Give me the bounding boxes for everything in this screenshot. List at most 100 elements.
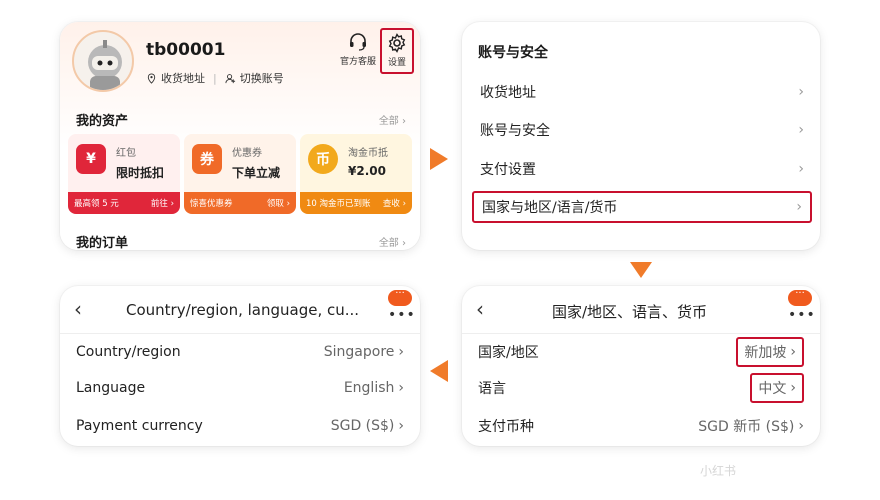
page-title: 国家/地区、语言、货币	[552, 303, 708, 321]
row-value: 中文	[758, 381, 787, 397]
account-security-panel: 账号与安全 收货地址 › 账号与安全 › 支付设置 › 国家与地区/语言/货币 ›	[462, 22, 820, 250]
row-label: Language	[76, 380, 146, 396]
more-menu-button[interactable]: ··· •••	[788, 289, 816, 330]
row-value-wrap: SGD (S$) ›	[331, 418, 404, 434]
page-title: 账号与安全	[478, 45, 548, 61]
chevron-right-icon: ›	[798, 84, 804, 100]
more-dots-icon: •••	[388, 307, 416, 323]
row-value: Singapore	[323, 344, 395, 360]
customer-service-label: 官方客服	[339, 57, 376, 67]
row-value: English	[343, 380, 395, 396]
row-country-region[interactable]: 国家/地区 新加坡 ›	[472, 336, 810, 368]
chevron-right-icon: ›	[790, 380, 796, 396]
header: ‹ Country/region, language, cu... ··· ••…	[60, 286, 420, 334]
menu-item-label: 账号与安全	[480, 123, 550, 139]
menu-item-label: 支付设置	[480, 162, 536, 178]
chevron-right-icon: ›	[790, 344, 796, 360]
row-payment-currency[interactable]: Payment currency SGD (S$) ›	[70, 410, 410, 442]
asset-footer-action: 前往 ›	[150, 199, 174, 209]
location-icon	[147, 72, 156, 84]
row-value-wrap: English ›	[344, 380, 404, 396]
avatar-image	[88, 40, 122, 90]
asset-card-body: 券 优惠券 下单立减	[184, 134, 296, 192]
chevron-right-icon: ›	[402, 238, 406, 249]
asset-footer-text: 惊喜优惠券	[190, 199, 233, 209]
asset-footer[interactable]: 最高领 5 元 前往 ›	[68, 192, 180, 214]
arrow-right-icon	[430, 148, 448, 170]
row-payment-currency[interactable]: 支付币种 SGD 新币 (S$) ›	[472, 410, 810, 442]
row-value-wrap: SGD 新币 (S$) ›	[698, 416, 804, 436]
address-link[interactable]: 收货地址	[161, 70, 205, 86]
coupon-icon: 券	[192, 144, 222, 174]
chevron-right-icon: ›	[798, 122, 804, 138]
orders-more-label: 全部	[378, 238, 399, 249]
back-icon[interactable]: ‹	[74, 297, 82, 321]
chevron-right-icon: ›	[798, 161, 804, 177]
row-country-region[interactable]: Country/region Singapore ›	[70, 336, 410, 368]
chevron-right-icon: ›	[398, 344, 404, 360]
asset-card-coupon[interactable]: 券 优惠券 下单立减 惊喜优惠券 领取 ›	[184, 134, 296, 214]
asset-footer-action-label: 前往	[150, 199, 168, 209]
chevron-right-icon: ›	[798, 418, 804, 434]
asset-value: ¥2.00	[348, 164, 386, 178]
asset-footer-text: 10 淘金币已到账	[306, 199, 371, 209]
profile-links: 收货地址 | 切换账号	[146, 70, 284, 86]
headset-icon	[350, 33, 366, 51]
arrow-down-icon	[630, 262, 652, 278]
menu-item-payment-settings[interactable]: 支付设置 ›	[472, 153, 812, 185]
asset-footer[interactable]: 10 淘金币已到账 查收 ›	[300, 192, 412, 214]
assets-row: ¥ 红包 限时抵扣 最高领 5 元 前往 › 券 优惠券 下单立减 惊喜优惠券 …	[68, 134, 412, 214]
more-dots-icon: •••	[788, 307, 816, 323]
orders-more-link[interactable]: 全部 ›	[379, 234, 406, 249]
asset-card-body: 币 淘金币抵 ¥2.00	[300, 134, 412, 192]
asset-card-gold-coin[interactable]: 币 淘金币抵 ¥2.00 10 淘金币已到账 查收 ›	[300, 134, 412, 214]
asset-label: 红包	[116, 148, 136, 159]
settings-button[interactable]: 设置	[380, 28, 414, 74]
row-value-wrap: Singapore ›	[324, 344, 404, 360]
header: ‹ 国家/地区、语言、货币 ··· •••	[462, 286, 820, 334]
row-label: 语言	[478, 381, 506, 397]
menu-item-address[interactable]: 收货地址 ›	[472, 76, 812, 108]
page-title: Country/region, language, cu...	[126, 301, 360, 319]
menu-item-region-language-currency[interactable]: 国家与地区/语言/货币 ›	[472, 191, 812, 223]
row-language[interactable]: Language English ›	[70, 372, 410, 404]
row-value-box: 中文 ›	[750, 373, 804, 403]
row-value: SGD 新币 (S$)	[698, 419, 795, 435]
chevron-right-icon: ›	[398, 380, 404, 396]
chevron-right-icon: ›	[398, 418, 404, 434]
menu-item-label: 收货地址	[480, 85, 536, 101]
row-value: SGD (S$)	[330, 418, 395, 434]
customer-service-button[interactable]: 官方客服	[336, 32, 380, 67]
asset-footer-action-label: 领取	[266, 199, 284, 209]
asset-footer[interactable]: 惊喜优惠券 领取 ›	[184, 192, 296, 214]
avatar[interactable]	[72, 30, 134, 92]
orders-title: 我的订单	[76, 236, 129, 250]
arrow-left-icon	[430, 360, 448, 382]
username: tb00001	[146, 40, 226, 60]
asset-footer-action-label: 查收	[382, 199, 400, 209]
assets-more-label: 全部	[378, 116, 399, 127]
chevron-right-icon: ›	[402, 116, 406, 127]
switch-account-link[interactable]: 切换账号	[240, 70, 284, 86]
menu-item-account-security[interactable]: 账号与安全 ›	[472, 114, 812, 146]
asset-card-red-packet[interactable]: ¥ 红包 限时抵扣 最高领 5 元 前往 ›	[68, 134, 180, 214]
asset-label: 淘金币抵	[348, 148, 388, 159]
switch-account-icon	[225, 73, 235, 83]
assets-title: 我的资产	[76, 114, 129, 129]
asset-card-body: ¥ 红包 限时抵扣	[68, 134, 180, 192]
asset-value: 限时抵扣	[116, 166, 165, 180]
more-menu-button[interactable]: ··· •••	[388, 289, 416, 330]
back-icon[interactable]: ‹	[476, 297, 484, 321]
assets-more-link[interactable]: 全部 ›	[379, 112, 406, 127]
row-label: 国家/地区	[478, 345, 539, 361]
message-bubble-icon: ···	[388, 289, 412, 306]
menu-item-label: 国家与地区/语言/货币	[482, 200, 618, 216]
row-value: 新加坡	[744, 345, 787, 361]
row-language[interactable]: 语言 中文 ›	[472, 372, 810, 404]
asset-footer-action: 查收 ›	[382, 199, 406, 209]
divider: |	[213, 71, 217, 85]
region-settings-panel-en: ‹ Country/region, language, cu... ··· ••…	[60, 286, 420, 446]
asset-footer-text: 最高领 5 元	[74, 199, 119, 209]
gear-icon	[388, 33, 406, 53]
asset-footer-action: 领取 ›	[266, 199, 290, 209]
